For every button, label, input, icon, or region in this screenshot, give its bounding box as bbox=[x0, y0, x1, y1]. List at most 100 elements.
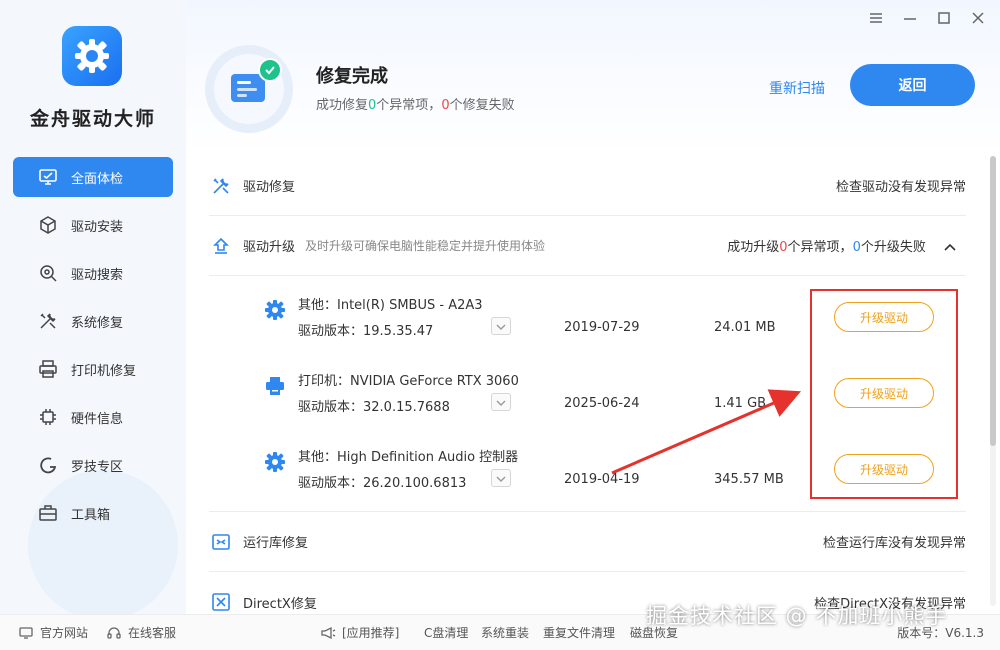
footer-label: 官方网站 bbox=[40, 626, 89, 640]
logitech-icon bbox=[37, 454, 59, 476]
section-driver-upgrade[interactable]: 驱动升级 及时升级可确保电脑性能稳定并提升使用体验 成功升级0个异常项，0个升级… bbox=[209, 216, 966, 276]
failed-count: 0 bbox=[441, 98, 450, 113]
back-button[interactable]: 返回 bbox=[850, 64, 975, 106]
monitor-icon bbox=[18, 625, 34, 641]
app-logo bbox=[62, 26, 122, 86]
upgrade-driver-button[interactable]: 升级驱动 bbox=[834, 454, 934, 484]
sidebar-item-label: 工具箱 bbox=[71, 507, 111, 523]
section-status: 检查驱动没有发现异常 bbox=[835, 180, 966, 195]
sidebar-item-printer-repair[interactable]: 打印机修复 bbox=[13, 349, 173, 389]
sidebar-nav: 全面体检 驱动安装 驱动搜索 系统修复 打印机修复 硬件信息 罗技专区 工具箱 bbox=[13, 157, 173, 541]
gear-icon bbox=[263, 298, 287, 322]
repair-summary: 成功修复0个异常项，0个修复失败 bbox=[316, 94, 515, 113]
summary-text: 成功修复 bbox=[316, 98, 369, 113]
close-icon[interactable] bbox=[970, 10, 986, 26]
section-driver-repair: 驱动修复 检查驱动没有发现异常 bbox=[209, 156, 966, 216]
sidebar-item-driver-search[interactable]: 驱动搜索 bbox=[13, 253, 173, 293]
headset-icon bbox=[106, 625, 122, 641]
driver-date: 2019-04-19 bbox=[564, 472, 640, 487]
menu-icon[interactable] bbox=[868, 10, 884, 26]
driver-name: 其他：Intel(R) SMBUS - A2A3 bbox=[298, 298, 483, 313]
driver-date: 2025-06-24 bbox=[564, 396, 640, 411]
tools-icon bbox=[209, 174, 233, 198]
footer-link-system-reinstall[interactable]: 系统重装 bbox=[481, 624, 529, 641]
sidebar-item-label: 打印机修复 bbox=[71, 363, 137, 379]
chevron-down-icon bbox=[496, 395, 506, 410]
footer-label: [应用推荐] bbox=[342, 626, 400, 640]
sidebar-item-system-repair[interactable]: 系统修复 bbox=[13, 301, 173, 341]
driver-name: 其他：High Definition Audio 控制器 bbox=[298, 450, 519, 465]
status-text: 个升级失败 bbox=[860, 240, 926, 255]
search-gear-icon bbox=[37, 262, 59, 284]
app-recommend: [应用推荐] bbox=[320, 624, 399, 641]
scrollbar-thumb[interactable] bbox=[990, 156, 996, 446]
page-title: 修复完成 bbox=[316, 66, 388, 87]
sidebar-item-label: 硬件信息 bbox=[71, 411, 124, 427]
driver-row: 其他：High Definition Audio 控制器 驱动版本：26.20.… bbox=[263, 444, 963, 504]
summary-text: 个修复失败 bbox=[449, 98, 515, 113]
version-dropdown[interactable] bbox=[491, 393, 511, 411]
driver-upgrade-list: 其他：Intel(R) SMBUS - A2A3 驱动版本：19.5.35.47… bbox=[209, 276, 966, 512]
chip-icon bbox=[37, 406, 59, 428]
driver-version: 驱动版本：26.20.100.6813 bbox=[298, 476, 467, 491]
rescan-link[interactable]: 重新扫描 bbox=[769, 78, 825, 98]
minimize-icon[interactable] bbox=[902, 10, 918, 26]
summary-text: 个异常项， bbox=[376, 98, 442, 113]
upgraded-count: 0 bbox=[779, 240, 788, 255]
app-name: 金舟驱动大师 bbox=[29, 108, 156, 130]
sidebar-item-label: 系统修复 bbox=[71, 315, 124, 331]
driver-row: 打印机：NVIDIA GeForce RTX 3060 驱动版本：32.0.15… bbox=[263, 368, 963, 428]
status-text: 成功升级 bbox=[727, 240, 780, 255]
results-list: 驱动修复 检查驱动没有发现异常 驱动升级 及时升级可确保电脑性能稳定并提升使用体… bbox=[209, 156, 966, 632]
tools-icon bbox=[37, 310, 59, 332]
watermark: 掘金技术社区 @ 不加班小熊手 bbox=[646, 604, 948, 628]
chevron-down-icon bbox=[496, 319, 506, 334]
online-service-link[interactable]: 在线客服 bbox=[106, 624, 176, 641]
runtime-icon bbox=[209, 530, 233, 554]
section-status: 成功升级0个异常项，0个升级失败 bbox=[727, 236, 956, 255]
box-gear-icon bbox=[37, 214, 59, 236]
driver-version: 驱动版本：19.5.35.47 bbox=[298, 324, 434, 339]
toolbox-icon bbox=[37, 502, 59, 524]
version-dropdown[interactable] bbox=[491, 469, 511, 487]
section-status: 检查运行库没有发现异常 bbox=[822, 536, 966, 551]
printer-icon bbox=[263, 374, 287, 398]
status-text: 个异常项， bbox=[787, 240, 853, 255]
driver-size: 24.01 MB bbox=[714, 320, 776, 335]
driver-name: 打印机：NVIDIA GeForce RTX 3060 bbox=[298, 374, 519, 389]
chevron-up-icon[interactable] bbox=[944, 240, 956, 255]
sidebar: 金舟驱动大师 全面体检 驱动安装 驱动搜索 系统修复 打印机修复 硬件信息 罗技… bbox=[0, 0, 186, 614]
sidebar-item-label: 罗技专区 bbox=[71, 459, 124, 475]
footer-label: 在线客服 bbox=[128, 626, 177, 640]
section-title: 运行库修复 bbox=[243, 536, 309, 551]
footer-link-c-drive-clean[interactable]: C盘清理 bbox=[424, 624, 468, 641]
printer-icon bbox=[37, 358, 59, 380]
maximize-icon[interactable] bbox=[936, 10, 952, 26]
sidebar-item-hardware-info[interactable]: 硬件信息 bbox=[13, 397, 173, 437]
check-icon bbox=[258, 58, 282, 82]
section-title: 驱动升级 bbox=[243, 240, 296, 255]
section-title: 驱动修复 bbox=[243, 180, 296, 195]
driver-size: 345.57 MB bbox=[714, 472, 784, 487]
sidebar-item-toolbox[interactable]: 工具箱 bbox=[13, 493, 173, 533]
sidebar-item-label: 全面体检 bbox=[71, 171, 124, 187]
driver-version: 驱动版本：32.0.15.7688 bbox=[298, 400, 450, 415]
sidebar-item-logitech[interactable]: 罗技专区 bbox=[13, 445, 173, 485]
driver-row: 其他：Intel(R) SMBUS - A2A3 驱动版本：19.5.35.47… bbox=[263, 292, 963, 352]
sidebar-item-driver-install[interactable]: 驱动安装 bbox=[13, 205, 173, 245]
driver-size: 1.41 GB bbox=[714, 396, 767, 411]
gear-icon bbox=[263, 450, 287, 474]
section-runtime-repair: 运行库修复 检查运行库没有发现异常 bbox=[209, 512, 966, 572]
sidebar-item-full-check[interactable]: 全面体检 bbox=[13, 157, 173, 197]
upgrade-driver-button[interactable]: 升级驱动 bbox=[834, 378, 934, 408]
monitor-check-icon bbox=[37, 166, 59, 188]
driver-date: 2019-07-29 bbox=[564, 320, 640, 335]
version-dropdown[interactable] bbox=[491, 317, 511, 335]
window-controls bbox=[868, 10, 986, 26]
failed-count: 0 bbox=[852, 240, 861, 255]
official-site-link[interactable]: 官方网站 bbox=[18, 624, 88, 641]
footer-link-duplicate-file-clean[interactable]: 重复文件清理 bbox=[543, 624, 615, 641]
section-description: 及时升级可确保电脑性能稳定并提升使用体验 bbox=[305, 239, 546, 253]
upgrade-driver-button[interactable]: 升级驱动 bbox=[834, 302, 934, 332]
sidebar-item-label: 驱动安装 bbox=[71, 219, 124, 235]
